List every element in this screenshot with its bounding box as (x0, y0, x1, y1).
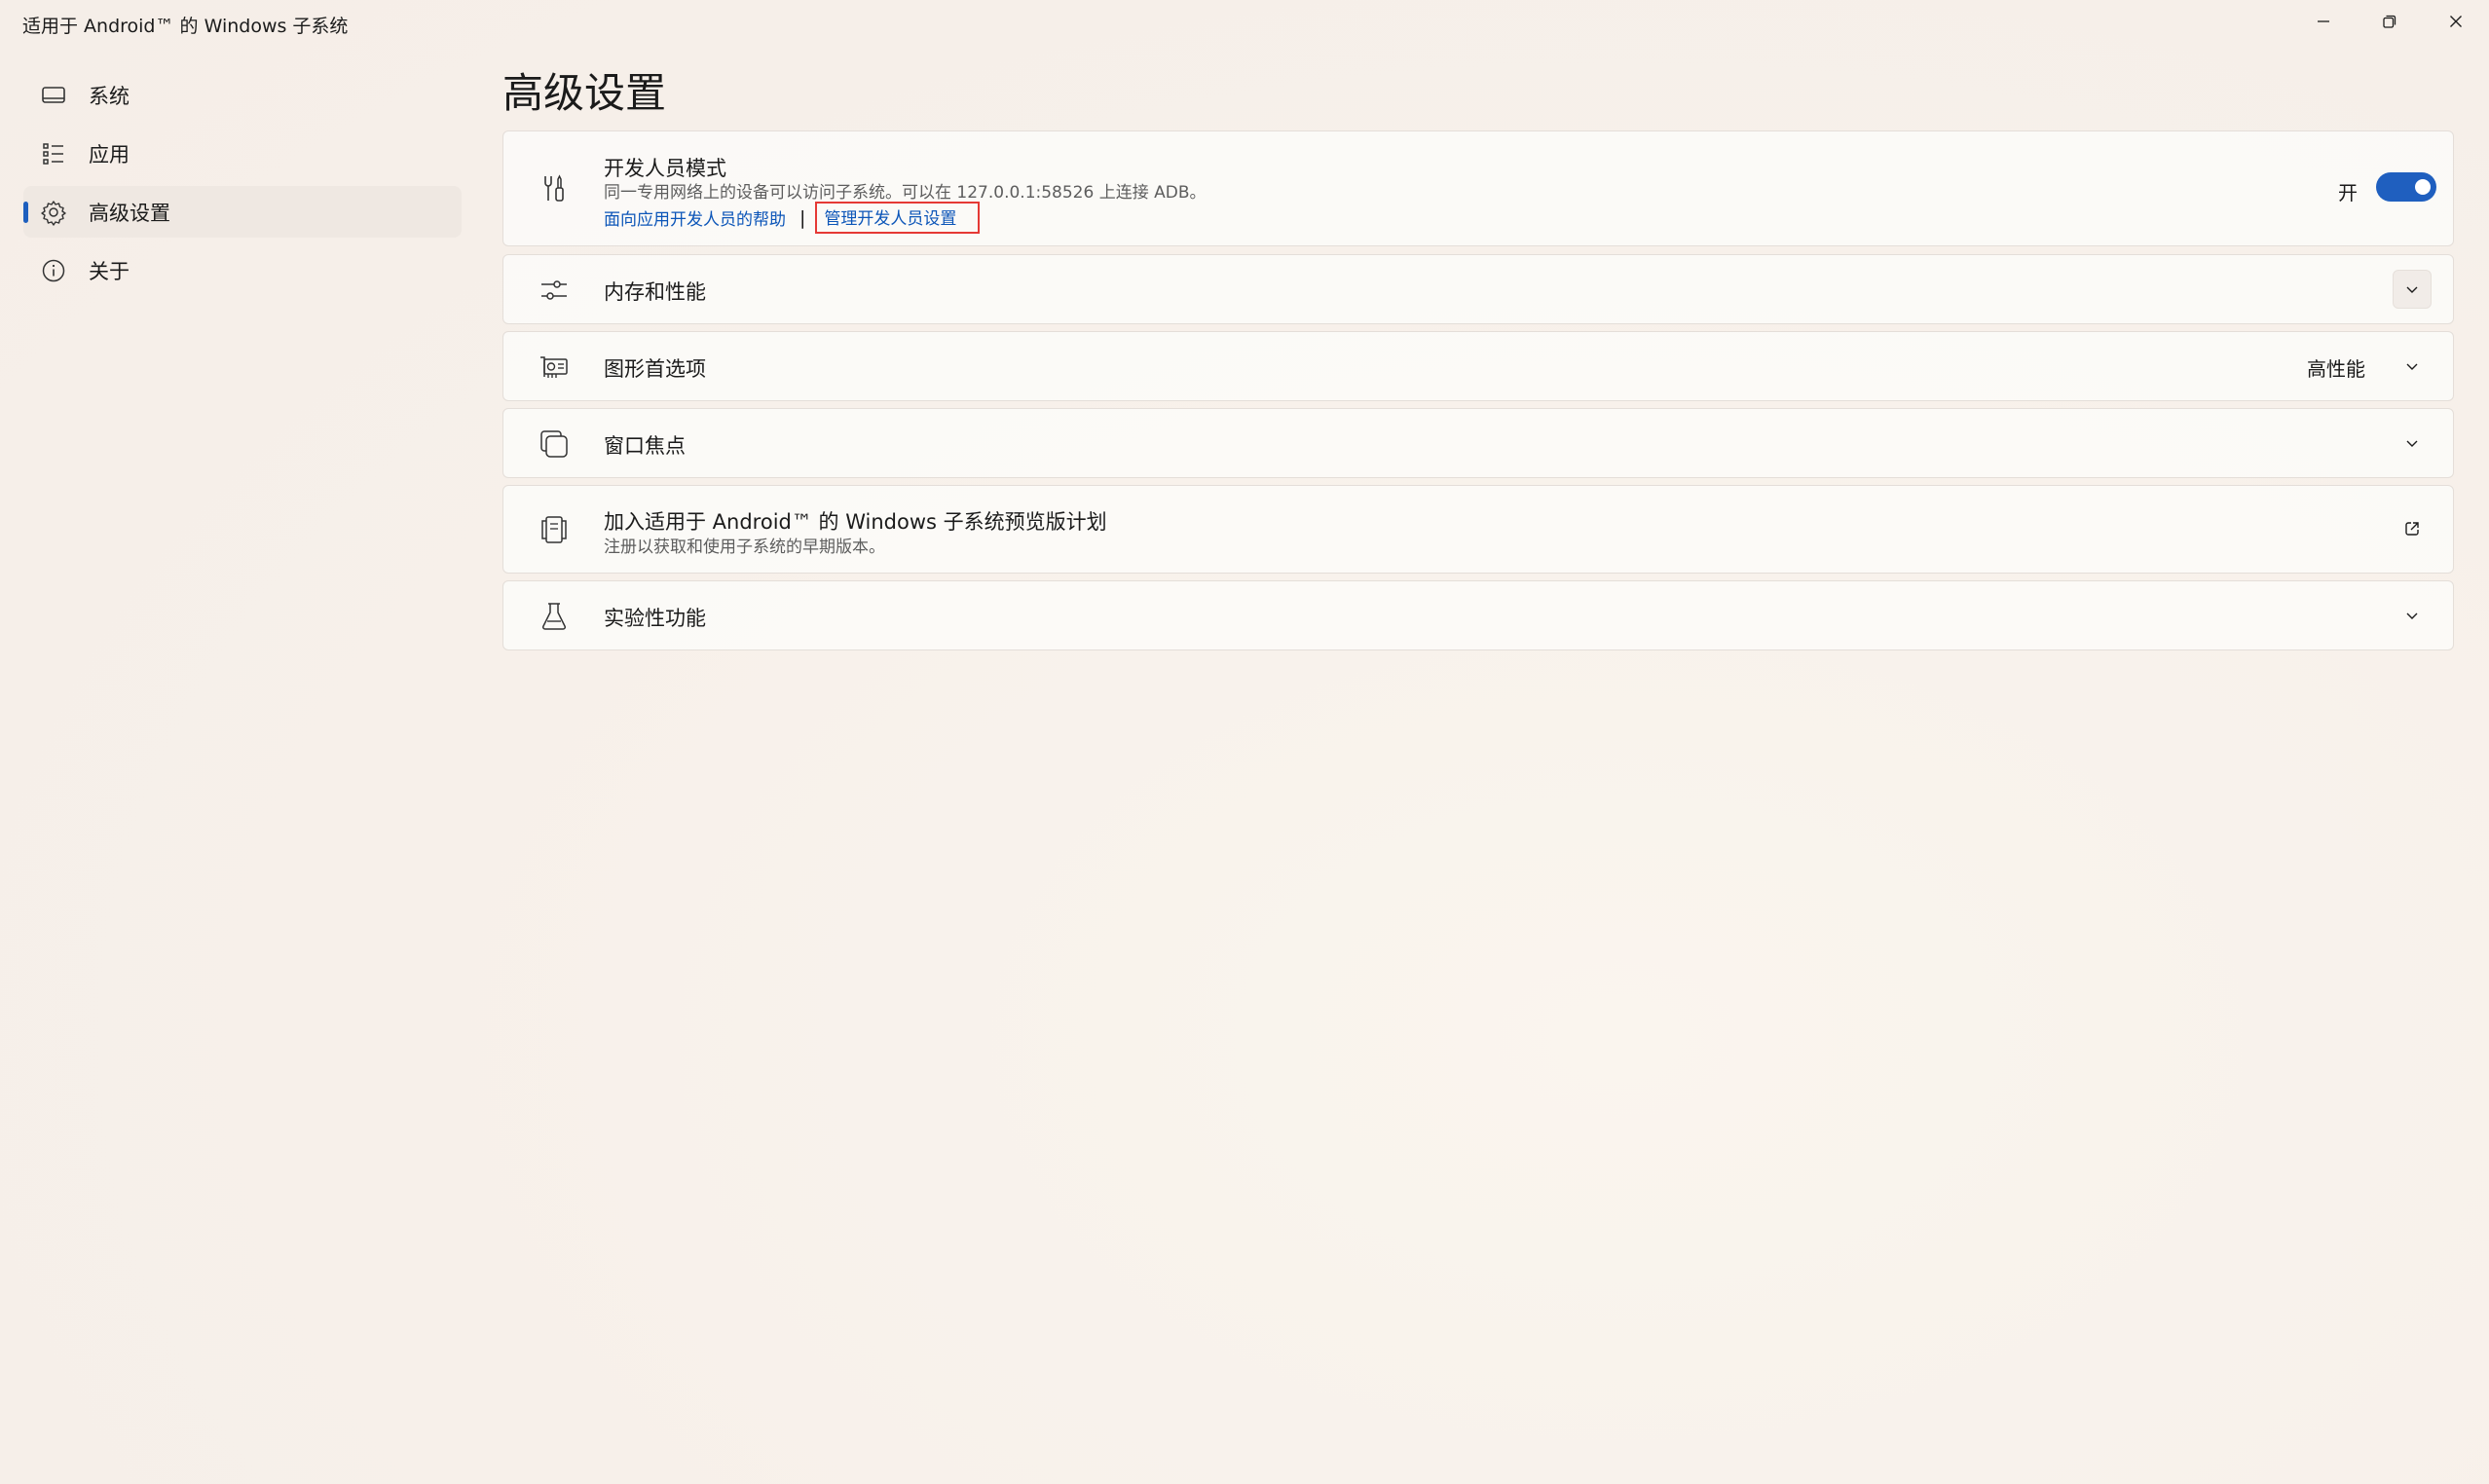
graphics-preference-title: 图形首选项 (604, 357, 706, 381)
developer-mode-description: 同一专用网络上的设备可以访问子系统。可以在 127.0.0.1:58526 上连… (604, 183, 1207, 203)
minimize-button[interactable] (2290, 0, 2357, 43)
experimental-features-card[interactable]: 实验性功能 (502, 580, 2454, 650)
graphics-preference-card[interactable]: 图形首选项 高性能 (502, 331, 2454, 401)
preview-program-title: 加入适用于 Android™ 的 Windows 子系统预览版计划 (604, 510, 1107, 534)
active-indicator (23, 202, 28, 223)
restore-icon (2383, 15, 2396, 28)
experimental-features-title: 实验性功能 (604, 607, 706, 630)
window-focus-icon (537, 427, 572, 462)
chevron-down-icon (2406, 286, 2418, 293)
window-focus-card[interactable]: 窗口焦点 (502, 408, 2454, 478)
close-button[interactable] (2423, 0, 2489, 43)
sidebar-item-label: 高级设置 (89, 201, 170, 225)
tools-icon (537, 171, 572, 206)
flask-icon (537, 599, 572, 634)
graphics-card-icon (537, 350, 572, 385)
graphics-dropdown-button[interactable] (2393, 347, 2432, 386)
sidebar-item-label: 应用 (89, 142, 130, 167)
sidebar-item-apps[interactable]: 应用 (23, 128, 462, 179)
info-icon (39, 256, 68, 285)
chevron-down-icon (2406, 612, 2418, 619)
memory-performance-title: 内存和性能 (604, 280, 706, 304)
developer-mode-toggle[interactable] (2376, 172, 2436, 202)
app-title: 适用于 Android™ 的 Windows 子系统 (22, 16, 349, 37)
sliders-icon (537, 273, 572, 308)
memory-performance-card[interactable]: 内存和性能 (502, 254, 2454, 324)
preview-program-card[interactable]: 加入适用于 Android™ 的 Windows 子系统预览版计划 注册以获取和… (502, 485, 2454, 574)
developer-links: 面向应用开发人员的帮助 | 管理开发人员设置 (604, 202, 981, 234)
minimize-icon (2318, 20, 2329, 22)
toggle-knob (2415, 179, 2431, 195)
graphics-preference-value[interactable]: 高性能 (2307, 353, 2365, 382)
sidebar-item-system[interactable]: 系统 (23, 69, 462, 121)
sidebar-item-label: 关于 (89, 259, 130, 283)
gear-icon (39, 198, 68, 227)
close-icon (2450, 16, 2462, 27)
expand-button[interactable] (2393, 596, 2432, 635)
external-link-icon (2405, 522, 2419, 536)
toggle-state-label: 开 (2338, 181, 2358, 204)
preview-program-description: 注册以获取和使用子系统的早期版本。 (604, 538, 885, 557)
expand-button[interactable] (2393, 270, 2432, 309)
laptop-icon (39, 81, 68, 110)
preview-program-icon (537, 512, 572, 547)
open-external-button[interactable] (2393, 509, 2432, 548)
link-separator: | (799, 206, 806, 229)
manage-developer-settings-link[interactable]: 管理开发人员设置 (815, 202, 981, 234)
sidebar-item-advanced[interactable]: 高级设置 (23, 186, 462, 238)
window-focus-title: 窗口焦点 (604, 434, 686, 458)
expand-button[interactable] (2393, 424, 2432, 463)
developer-mode-card: 开发人员模式 同一专用网络上的设备可以访问子系统。可以在 127.0.0.1:5… (502, 130, 2454, 246)
sidebar-item-about[interactable]: 关于 (23, 244, 462, 296)
sidebar-item-label: 系统 (89, 84, 130, 108)
chevron-down-icon (2406, 440, 2418, 447)
chevron-down-icon (2406, 363, 2418, 370)
page-title: 高级设置 (502, 69, 667, 117)
restore-button[interactable] (2357, 0, 2423, 43)
developer-help-link[interactable]: 面向应用开发人员的帮助 (604, 205, 786, 230)
list-icon (39, 139, 68, 168)
title-bar: 适用于 Android™ 的 Windows 子系统 (0, 0, 2489, 47)
